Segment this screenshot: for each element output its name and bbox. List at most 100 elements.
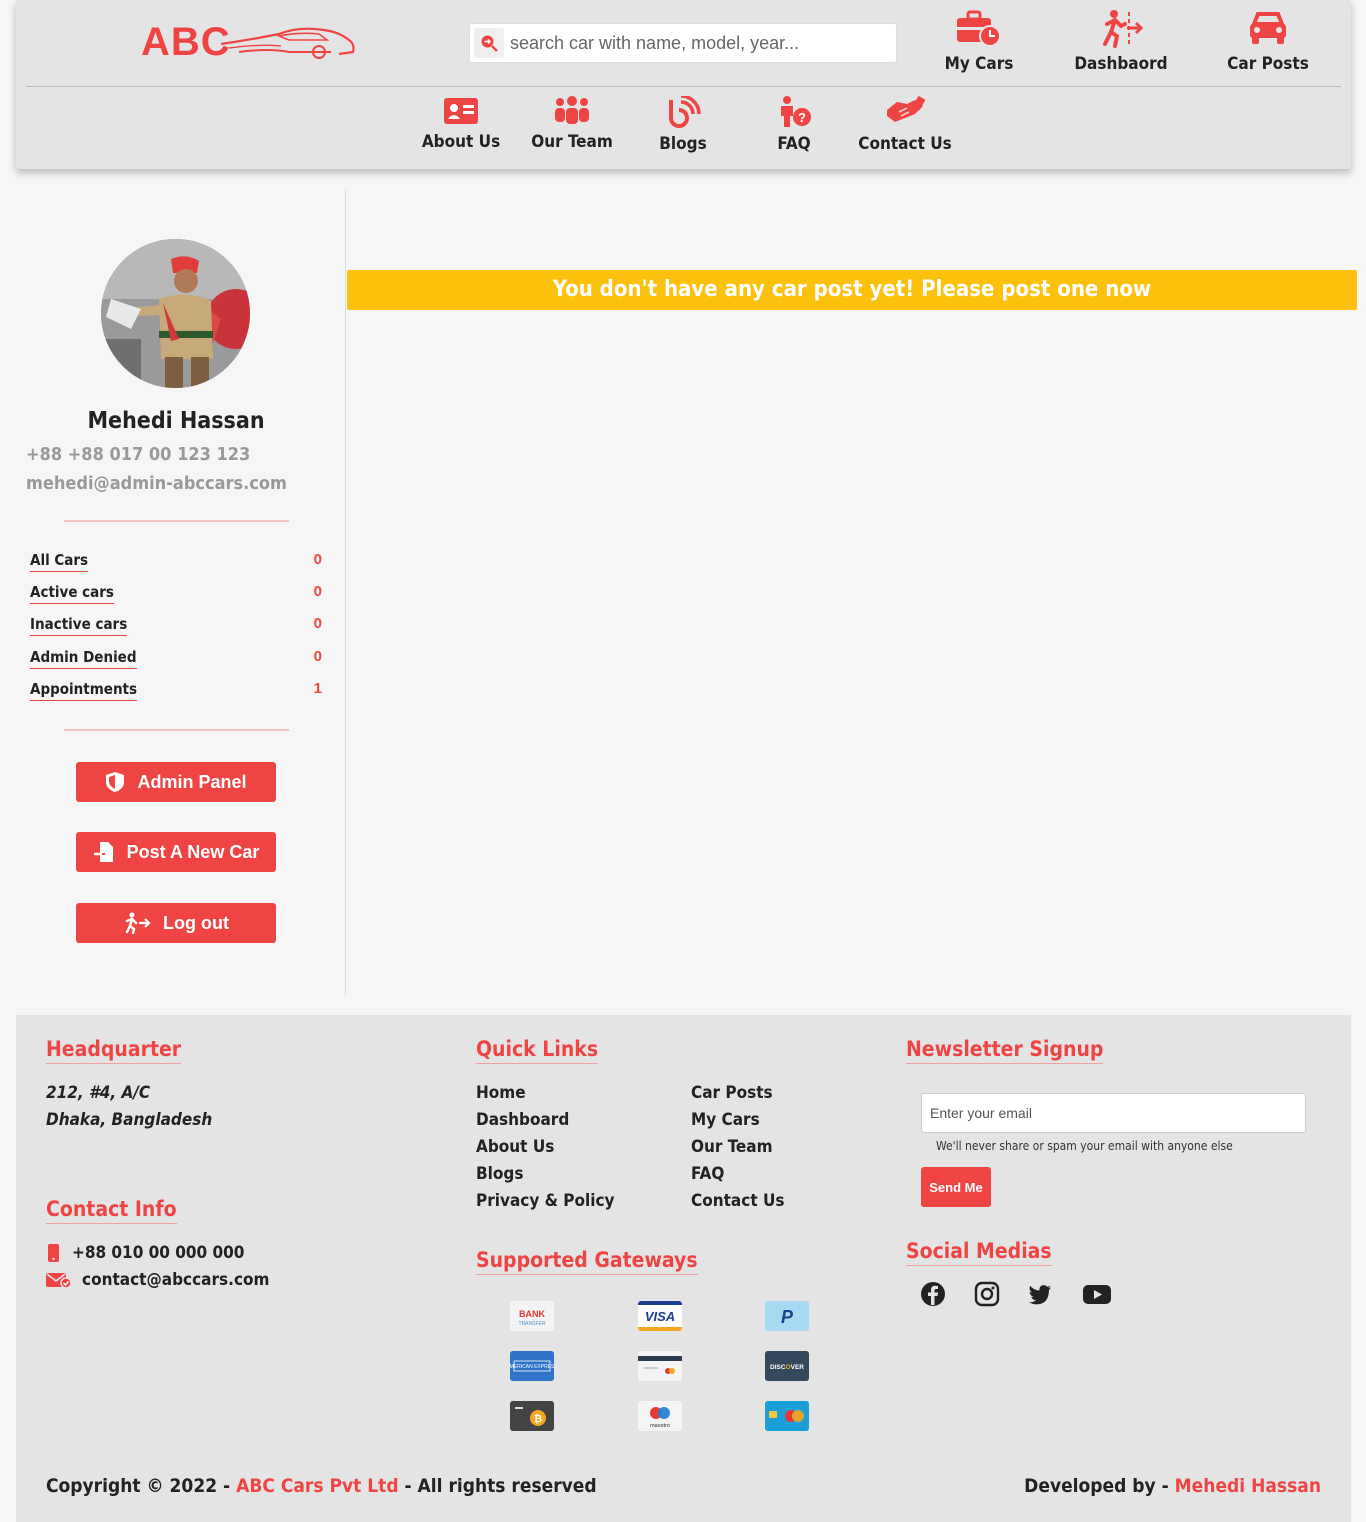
nav-about-us-label: About Us — [421, 132, 501, 152]
stat-all-cars[interactable]: All Cars 0 — [30, 551, 322, 573]
stat-count: 1 — [313, 680, 322, 697]
search-input[interactable] — [510, 28, 890, 58]
admin-panel-label: Admin Panel — [137, 771, 247, 792]
quick-link-our-team[interactable]: Our Team — [691, 1137, 773, 1157]
stat-label[interactable]: All Cars — [30, 551, 89, 572]
stat-inactive-cars[interactable]: Inactive cars 0 — [30, 615, 322, 637]
svg-text:P: P — [781, 1307, 794, 1327]
newsletter-title: Newsletter Signup — [906, 1037, 1104, 1064]
no-posts-notice: You don't have any car post yet! Please … — [347, 270, 1357, 310]
quick-link-home[interactable]: Home — [476, 1083, 526, 1103]
nav-contact-us-label: Contact Us — [858, 134, 952, 154]
bitcoin-icon: ₿ — [510, 1401, 554, 1431]
contact-phone[interactable]: +88 010 00 000 000 — [46, 1243, 244, 1263]
person-question-icon: ? — [781, 96, 811, 127]
car-icon — [1250, 12, 1286, 44]
logo-text: ABC — [141, 20, 231, 64]
copyright: Copyright © 2022 - ABC Cars Pvt Ltd - Al… — [46, 1475, 597, 1497]
quick-link-blogs[interactable]: Blogs — [476, 1164, 523, 1184]
nav-my-cars-label: My Cars — [944, 54, 1014, 74]
newsletter-send-button[interactable]: Send Me — [921, 1167, 991, 1207]
twitter-icon[interactable] — [1027, 1281, 1053, 1307]
stat-label[interactable]: Appointments — [30, 680, 138, 701]
quick-link-contact-us[interactable]: Contact Us — [691, 1191, 784, 1211]
address-line: Dhaka, Bangladesh — [46, 1110, 213, 1130]
copyright-suffix: - All rights reserved — [398, 1475, 597, 1497]
post-new-car-button[interactable]: Post A New Car — [76, 832, 276, 872]
logo[interactable]: ABC — [141, 18, 361, 68]
developed-prefix: Developed by - — [1024, 1475, 1175, 1497]
address-line: 212, #4, A/C — [46, 1083, 151, 1103]
copyright-prefix: Copyright © 2022 - — [46, 1475, 237, 1497]
quick-link-dashboard[interactable]: Dashboard — [476, 1110, 569, 1130]
stat-appointments[interactable]: Appointments 1 — [30, 680, 322, 702]
nav-car-posts-label: Car Posts — [1227, 54, 1309, 74]
quick-link-my-cars[interactable]: My Cars — [691, 1110, 760, 1130]
american-express-icon: AMERICAN EXPRESS — [510, 1351, 554, 1381]
stat-count: 0 — [313, 615, 322, 632]
nav-our-team[interactable]: Our Team — [522, 96, 622, 152]
nav-blogs[interactable]: Blogs — [633, 96, 733, 154]
newsletter-help-text: We'll never share or spam your email wit… — [936, 1139, 1233, 1153]
youtube-icon[interactable] — [1082, 1281, 1112, 1307]
quick-link-car-posts[interactable]: Car Posts — [691, 1083, 773, 1103]
sidebar-divider — [64, 729, 289, 731]
stat-count: 0 — [313, 583, 322, 600]
header-divider — [26, 86, 1341, 87]
contact-info-title: Contact Info — [46, 1197, 177, 1224]
stat-count: 0 — [313, 551, 322, 568]
admin-panel-button[interactable]: Admin Panel — [76, 762, 276, 802]
footer: Headquarter 212, #4, A/C Dhaka, Banglade… — [16, 1015, 1351, 1522]
exit-runner-icon — [1103, 10, 1144, 48]
handshake-icon — [887, 96, 925, 122]
file-import-icon — [93, 842, 113, 862]
contact-email[interactable]: contact@abccars.com — [46, 1270, 269, 1290]
contact-phone-text: +88 010 00 000 000 — [72, 1243, 245, 1263]
quick-link-privacy[interactable]: Privacy & Policy — [476, 1191, 615, 1211]
stat-active-cars[interactable]: Active cars 0 — [30, 583, 322, 605]
svg-text:maestro: maestro — [650, 1423, 670, 1429]
briefcase-clock-icon — [957, 10, 1001, 47]
search-bar — [469, 23, 897, 63]
nav-faq-label: FAQ — [777, 134, 811, 154]
car-logo-icon — [220, 27, 355, 59]
profile-sidebar: Mehedi Hassan +88 +88 017 00 123 123 meh… — [0, 190, 346, 995]
nav-contact-us[interactable]: Contact Us — [855, 96, 955, 154]
profile-phone: +88 +88 017 00 123 123 — [26, 444, 251, 465]
social-title: Social Medias — [906, 1239, 1052, 1266]
post-new-car-label: Post A New Car — [126, 841, 260, 862]
nav-about-us[interactable]: About Us — [411, 96, 511, 152]
credit-card-icon — [638, 1351, 682, 1381]
mobile-icon — [48, 1244, 59, 1262]
search-icon[interactable] — [474, 28, 504, 58]
nav-blogs-label: Blogs — [659, 134, 707, 154]
envelope-check-icon — [46, 1273, 72, 1289]
stat-admin-denied[interactable]: Admin Denied 0 — [30, 648, 322, 670]
svg-text:VISA: VISA — [645, 1309, 675, 1324]
nav-dashboard[interactable]: Dashbaord — [1066, 8, 1176, 74]
contact-email-text: contact@abccars.com — [82, 1270, 270, 1290]
svg-text:?: ? — [798, 110, 806, 125]
newsletter-email-field[interactable] — [921, 1093, 1306, 1133]
quick-link-faq[interactable]: FAQ — [691, 1164, 724, 1184]
mastercard-icon — [765, 1401, 809, 1431]
developer-link[interactable]: Mehedi Hassan — [1175, 1475, 1321, 1497]
logout-button[interactable]: Log out — [76, 903, 276, 943]
stat-label[interactable]: Inactive cars — [30, 615, 128, 636]
users-icon — [555, 96, 589, 124]
header: ABC My Cars Dashbaord Car Posts About Us… — [16, 0, 1351, 169]
stat-label[interactable]: Active cars — [30, 583, 114, 604]
facebook-icon[interactable] — [920, 1281, 946, 1307]
maestro-icon: maestro — [638, 1401, 682, 1431]
shield-icon — [106, 772, 125, 792]
quick-link-about-us[interactable]: About Us — [476, 1137, 554, 1157]
company-link[interactable]: ABC Cars Pvt Ltd — [236, 1475, 398, 1497]
profile-email: mehedi@admin-abccars.com — [26, 473, 287, 494]
instagram-icon[interactable] — [974, 1281, 1000, 1307]
nav-car-posts[interactable]: Car Posts — [1213, 8, 1323, 74]
nav-my-cars[interactable]: My Cars — [924, 8, 1034, 74]
nav-faq[interactable]: ? FAQ — [744, 96, 844, 154]
nav-our-team-label: Our Team — [531, 132, 613, 152]
svg-text:BANK: BANK — [519, 1309, 545, 1319]
stat-label[interactable]: Admin Denied — [30, 648, 137, 669]
